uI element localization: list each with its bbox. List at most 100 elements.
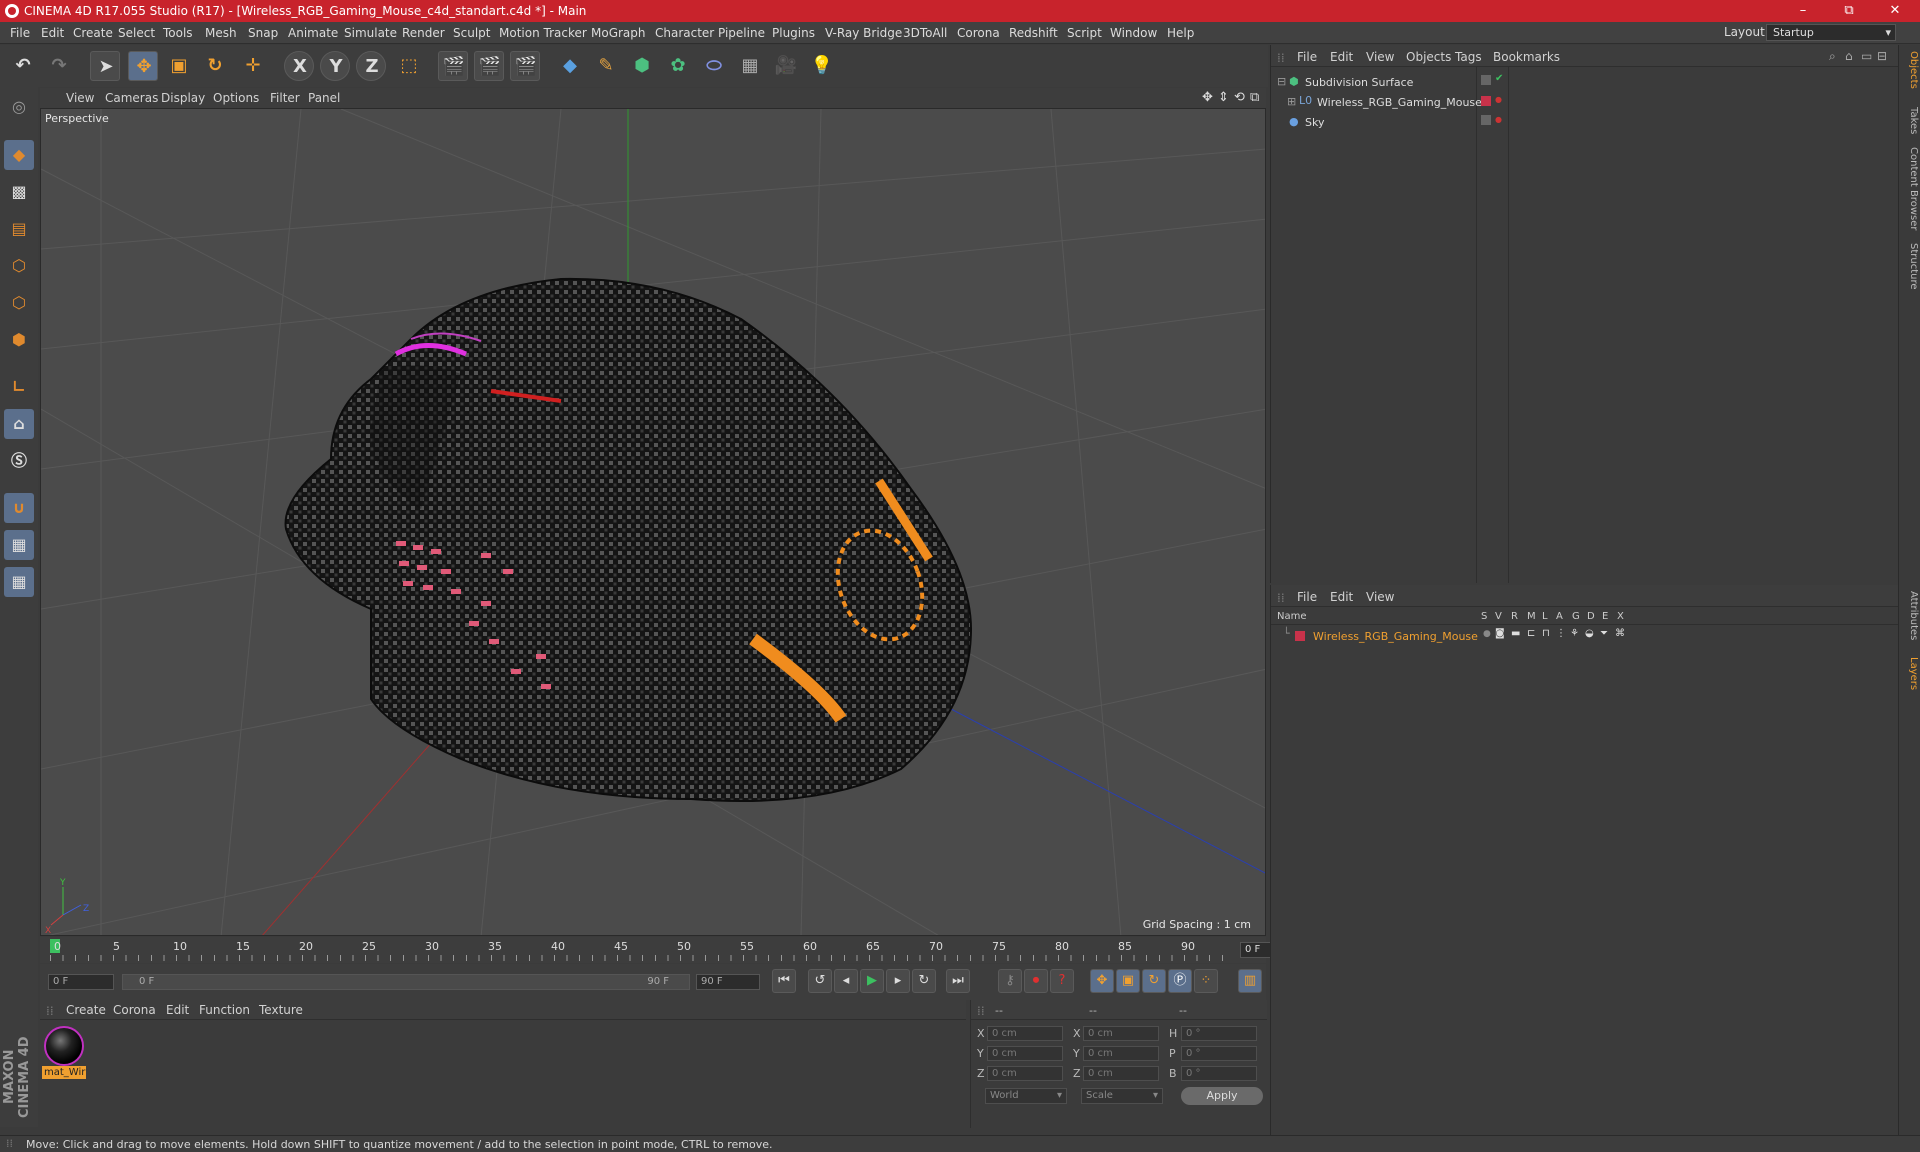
object-row-sky[interactable]: ● Sky ● [1271,113,1899,133]
menu-simulate[interactable]: Simulate [344,26,397,40]
collapse-icon[interactable]: ⊟ [1277,75,1286,88]
menu-render[interactable]: Render [402,26,445,40]
make-editable-button[interactable]: ◎ [4,92,34,122]
viewport-menu-options[interactable]: Options [213,91,259,105]
object-menu-bookmarks[interactable]: Bookmarks [1493,50,1560,64]
minimize-button[interactable]: – [1780,0,1826,22]
material-menu-function[interactable]: Function [199,1003,250,1017]
workplane-mode-button[interactable]: ▤ [4,214,34,244]
object-menu-tags[interactable]: Tags [1455,50,1482,64]
end-frame-field[interactable]: 90 F [696,974,760,990]
col-render[interactable]: R [1511,611,1518,622]
rotation-b-field[interactable]: 0 ° [1181,1066,1257,1081]
menu-help[interactable]: Help [1167,26,1194,40]
next-key-button[interactable]: ↻ [912,969,936,993]
viewport-rotate-icon[interactable]: ⟲ [1234,90,1245,105]
move-tool-button[interactable]: ✥ [128,51,158,81]
viewport-menu-panel[interactable]: Panel [308,91,340,105]
start-frame-field[interactable]: 0 F [48,974,114,990]
light-button[interactable]: 💡 [807,51,837,81]
menu-snap[interactable]: Snap [248,26,278,40]
subdivision-surface-button[interactable]: ⬢ [627,51,657,81]
size-x-field[interactable]: 0 cm [1083,1026,1159,1041]
rotate-tool-button[interactable]: ↻ [200,51,230,81]
home-icon[interactable]: ⌂ [1845,49,1853,63]
render-picture-viewer-button[interactable]: 🎬 [474,51,504,81]
menu-edit[interactable]: Edit [41,26,64,40]
transform-tool-button[interactable]: ✛ [238,51,268,81]
viewport-maximize-icon[interactable]: ⧉ [1250,90,1259,105]
coordinate-mode-dropdown[interactable]: World ▾ [985,1088,1067,1104]
layer-color-swatch[interactable] [1295,631,1305,641]
tweak-mode-button[interactable]: ⌂ [4,409,34,439]
tab-objects[interactable]: Objects [1901,51,1919,89]
texture-mode-button[interactable]: ▩ [4,177,34,207]
restore-button[interactable]: ⧉ [1826,0,1872,22]
apply-button[interactable]: Apply [1181,1087,1263,1105]
col-view[interactable]: V [1495,611,1502,622]
generator-icon[interactable]: ⚘ [1570,628,1579,639]
planar-workplane-button[interactable]: ▦ [4,567,34,597]
object-row-subdivision[interactable]: ⊟ ⬢ Subdivision Surface ✔ [1271,73,1899,93]
tab-attributes[interactable]: Attributes [1901,591,1919,640]
material-menu-create[interactable]: Create [66,1003,106,1017]
previous-frame-button[interactable]: ◂ [834,969,858,993]
layer-menu-file[interactable]: File [1297,590,1317,604]
visibility-dot-icon[interactable]: ● [1495,95,1502,104]
col-generators[interactable]: G [1572,611,1580,622]
live-selection-button[interactable]: ➤ [90,51,120,81]
axis-mode-button[interactable]: ∟ [4,372,34,402]
model-mode-button[interactable]: ◆ [4,140,34,170]
key-pla-button[interactable]: ⁘ [1194,969,1218,993]
layer-color-swatch[interactable] [1481,96,1491,106]
menu-vray-bridge[interactable]: V-Ray Bridge [825,26,902,40]
col-locked[interactable]: L [1542,611,1548,622]
cloner-button[interactable]: ✿ [663,51,693,81]
object-menu-view[interactable]: View [1366,50,1394,64]
lock-icon[interactable]: ⊓ [1542,628,1550,639]
points-mode-button[interactable]: ⬡ [4,251,34,281]
material-swatch[interactable]: mat_Wir [42,1024,86,1080]
animation-icon[interactable]: ⋮ [1556,628,1566,639]
go-to-end-button[interactable]: ⏭ [946,969,970,993]
next-frame-button[interactable]: ▸ [886,969,910,993]
3d-viewport[interactable]: Y Z X Perspective Grid Spacing : 1 cm [40,108,1266,936]
menu-plugins[interactable]: Plugins [772,26,815,40]
menu-3dtoall[interactable]: 3DToAll [903,26,947,40]
menu-create[interactable]: Create [73,26,113,40]
workplane-lock-button[interactable]: ▦ [4,530,34,560]
material-menu-edit[interactable]: Edit [166,1003,189,1017]
rotation-p-field[interactable]: 0 ° [1181,1046,1257,1061]
expand-icon[interactable]: ⊞ [1287,95,1296,108]
col-expressions[interactable]: E [1602,611,1608,622]
coordinate-system-button[interactable]: ⬚ [394,51,424,81]
xref-icon[interactable]: ⌘ [1615,628,1625,639]
col-manager[interactable]: M [1527,611,1536,622]
col-solo[interactable]: S [1481,611,1487,622]
cube-object-button[interactable]: ◆ [555,51,585,81]
menu-character[interactable]: Character [655,26,714,40]
enabled-check-icon[interactable]: ✔ [1495,73,1503,84]
menu-sculpt[interactable]: Sculpt [453,26,490,40]
view-eye-icon[interactable]: ◙ [1495,628,1505,639]
viewport-menu-view[interactable]: View [66,91,94,105]
undo-button[interactable]: ↶ [8,51,38,81]
rotation-h-field[interactable]: 0 ° [1181,1026,1257,1041]
go-to-start-button[interactable]: ⏮ [772,969,796,993]
layer-menu-edit[interactable]: Edit [1330,590,1353,604]
tab-content-browser[interactable]: Content Browser [1901,147,1919,230]
object-row-mouse[interactable]: ⊞ L0 Wireless_RGB_Gaming_Mouse ● [1271,93,1899,113]
key-rotation-button[interactable]: ↻ [1142,969,1166,993]
x-axis-lock-button[interactable]: X [284,51,314,81]
search-icon[interactable]: ⌕ [1829,49,1836,64]
visibility-dot-icon[interactable]: ● [1495,115,1502,124]
layer-row[interactable]: └ Wireless_RGB_Gaming_Mouse ● ◙ ▬ ⊏ ⊓ ⋮ … [1271,627,1899,647]
maximize-icon[interactable]: ⊟ [1877,49,1887,63]
tab-layers[interactable]: Layers [1901,657,1919,690]
snap-button[interactable]: ∪ [4,493,34,523]
key-scale-button[interactable]: ▣ [1116,969,1140,993]
col-animation[interactable]: A [1556,611,1563,622]
layer-name[interactable]: Wireless_RGB_Gaming_Mouse [1313,630,1478,643]
layer-swatch[interactable] [1481,75,1491,85]
viewport-menu-cameras[interactable]: Cameras [105,91,158,105]
